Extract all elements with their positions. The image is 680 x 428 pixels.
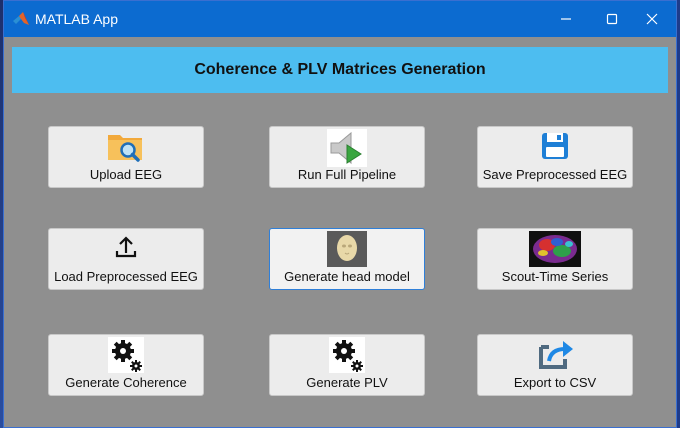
page-title: Coherence & PLV Matrices Generation [194, 61, 486, 78]
window-title: MATLAB App [35, 11, 119, 27]
button-label: Generate PLV [306, 375, 388, 390]
export-to-csv-button[interactable]: Export to CSV [477, 334, 633, 396]
matlab-logo-icon [13, 12, 29, 25]
upload-eeg-button[interactable]: Upload EEG [48, 126, 204, 188]
generate-coherence-button[interactable]: Generate Coherence [48, 334, 204, 396]
minimize-icon [561, 18, 571, 20]
button-label: Generate head model [284, 269, 410, 284]
save-preprocessed-eeg-button[interactable]: Save Preprocessed EEG [477, 126, 633, 188]
gears-icon [329, 337, 365, 373]
app-window: MATLAB App Coherence & PLV Matrices Gene… [3, 0, 677, 428]
title-bar[interactable]: MATLAB App [4, 1, 676, 37]
button-label: Load Preprocessed EEG [54, 269, 198, 284]
button-label: Export to CSV [513, 375, 597, 390]
button-label: Run Full Pipeline [297, 167, 397, 182]
load-preprocessed-eeg-button[interactable]: Load Preprocessed EEG [48, 228, 204, 290]
close-button[interactable] [632, 7, 672, 31]
brain-map-icon [529, 231, 581, 267]
floppy-disk-icon [542, 133, 568, 159]
close-icon [646, 13, 658, 25]
scout-time-series-button[interactable]: Scout-Time Series [477, 228, 633, 290]
export-icon [539, 341, 573, 369]
button-label: Save Preprocessed EEG [482, 167, 628, 182]
button-label: Generate Coherence [65, 375, 187, 390]
speaker-play-icon [327, 129, 367, 167]
button-label: Upload EEG [89, 167, 163, 182]
generate-head-model-button[interactable]: Generate head model [269, 228, 425, 290]
generate-plv-button[interactable]: Generate PLV [269, 334, 425, 396]
button-label: Scout-Time Series [501, 269, 609, 284]
head-model-icon [327, 231, 367, 267]
maximize-icon [606, 13, 618, 25]
header-panel: Coherence & PLV Matrices Generation [12, 47, 668, 93]
folder-search-icon [108, 135, 142, 162]
minimize-button[interactable] [546, 7, 586, 31]
maximize-button[interactable] [592, 7, 632, 31]
run-full-pipeline-button[interactable]: Run Full Pipeline [269, 126, 425, 188]
gears-icon [108, 337, 144, 373]
upload-icon [115, 236, 137, 258]
